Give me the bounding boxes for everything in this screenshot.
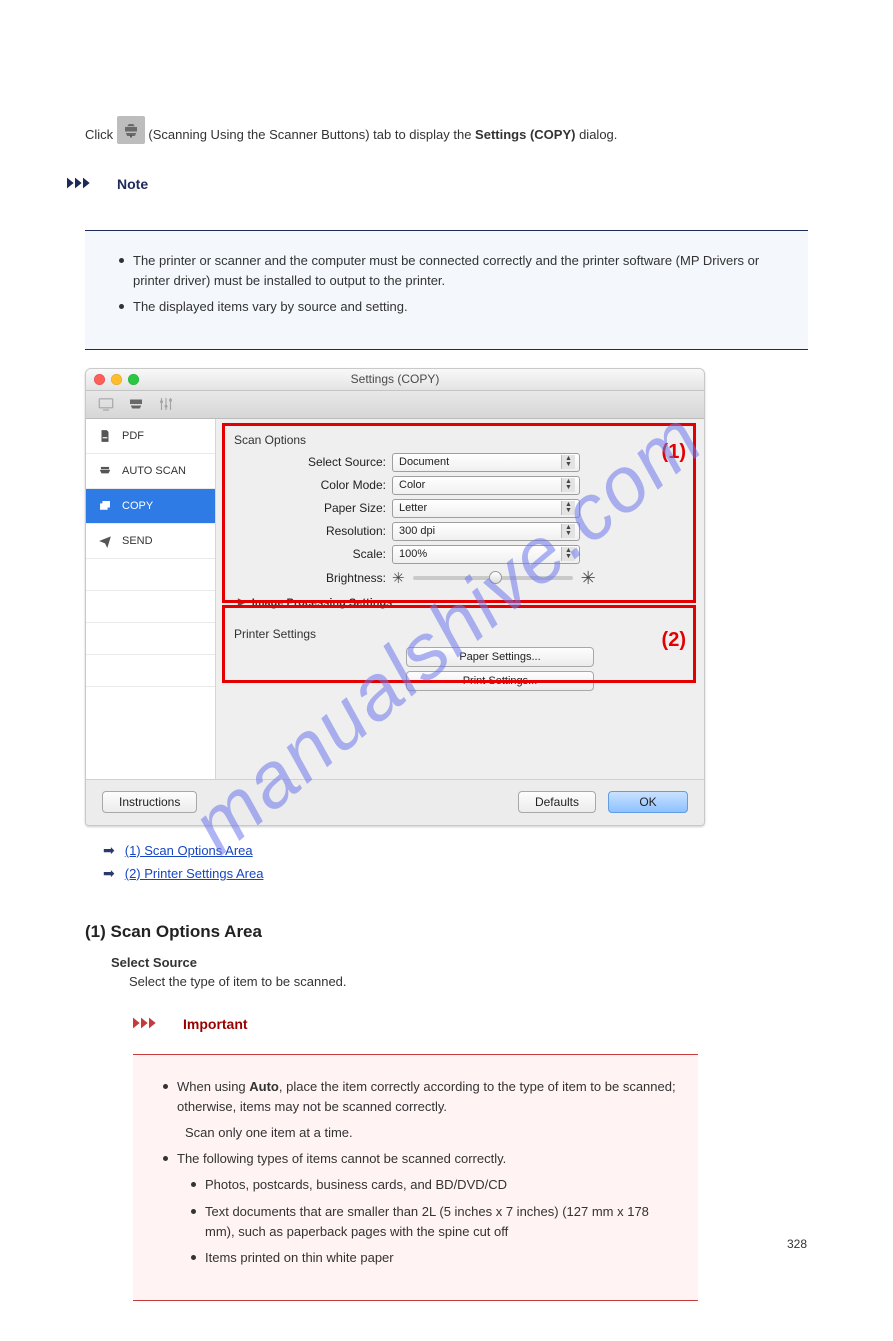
resolution-dropdown[interactable]: 300 dpi ▲▼	[392, 522, 580, 541]
select-source-value: Document	[399, 456, 449, 468]
link-scan-options-area[interactable]: (1) Scan Options Area	[125, 843, 253, 858]
dropdown-arrows-icon: ▲▼	[561, 524, 575, 538]
image-processing-label: Image Processing Settings	[252, 597, 393, 609]
dialog-titlebar: Settings (COPY)	[86, 369, 704, 391]
paper-size-value: Letter	[399, 502, 427, 514]
printer-settings-heading: Printer Settings	[234, 627, 690, 641]
dialog-sidebar: PDF AUTO SCAN COPY SEND	[86, 419, 216, 779]
sidebar-item-pdf[interactable]: PDF	[86, 419, 215, 454]
tab-scan-from-computer-icon[interactable]	[96, 394, 116, 414]
intro-suffix: dialog.	[579, 127, 617, 142]
ok-button[interactable]: OK	[608, 791, 688, 813]
instructions-button[interactable]: Instructions	[102, 791, 197, 813]
important-when: When using	[177, 1079, 249, 1094]
sidebar-label-autoscan: AUTO SCAN	[122, 465, 186, 477]
note-block: The printer or scanner and the computer …	[85, 230, 808, 350]
dropdown-arrows-icon: ▲▼	[561, 501, 575, 515]
important-cannot: The following types of items cannot be s…	[163, 1149, 680, 1169]
select-source-desc: Select the type of item to be scanned.	[129, 974, 808, 989]
important-sub-1: Photos, postcards, business cards, and B…	[191, 1175, 680, 1195]
sidebar-item-autoscan[interactable]: AUTO SCAN	[86, 454, 215, 489]
link-printer-settings-area[interactable]: (2) Printer Settings Area	[125, 866, 264, 881]
settings-copy-dialog: Settings (COPY) PDF AUTO SCAN COPY	[85, 368, 705, 826]
tab-scanner-buttons-icon[interactable]	[126, 394, 146, 414]
color-mode-dropdown[interactable]: Color ▲▼	[392, 476, 580, 495]
annotation-label-2: (2)	[662, 629, 686, 652]
color-mode-label: Color Mode:	[230, 478, 386, 492]
resolution-value: 300 dpi	[399, 525, 435, 537]
intro-mid: (Scanning Using the Scanner Buttons) tab…	[148, 127, 475, 142]
dropdown-arrows-icon: ▲▼	[561, 455, 575, 469]
image-processing-disclosure[interactable]: ▶ Image Processing Settings	[238, 597, 690, 609]
note-item-2: The displayed items vary by source and s…	[119, 297, 790, 317]
note-chevron-icon	[67, 175, 107, 194]
paper-size-label: Paper Size:	[230, 501, 386, 515]
scan-options-area-heading: (1) Scan Options Area	[85, 922, 808, 942]
sidebar-item-copy[interactable]: COPY	[86, 489, 215, 524]
important-chevron-icon	[133, 1015, 173, 1034]
paper-settings-label: Paper Settings...	[459, 651, 540, 663]
page-number: 328	[787, 1237, 807, 1251]
note-label: Note	[117, 176, 148, 192]
important-label: Important	[183, 1016, 248, 1032]
tab-general-settings-icon[interactable]	[156, 394, 176, 414]
scanner-buttons-tab-icon	[117, 116, 145, 144]
scale-dropdown[interactable]: 100% ▲▼	[392, 545, 580, 564]
color-mode-value: Color	[399, 479, 425, 491]
disclosure-triangle-icon: ▶	[238, 597, 246, 608]
paper-size-dropdown[interactable]: Letter ▲▼	[392, 499, 580, 518]
dialog-footer: Instructions Defaults OK	[86, 779, 704, 825]
select-source-label: Select Source:	[230, 455, 386, 469]
print-settings-label: Print Settings...	[463, 675, 538, 687]
note-item-1: The printer or scanner and the computer …	[119, 251, 790, 291]
dropdown-arrows-icon: ▲▼	[561, 478, 575, 492]
defaults-button[interactable]: Defaults	[518, 791, 596, 813]
annotation-label-1: (1)	[662, 441, 686, 464]
paper-settings-button[interactable]: Paper Settings...	[406, 647, 594, 667]
select-source-term: Select Source	[111, 955, 808, 970]
important-lead: When using Auto, place the item correctl…	[163, 1077, 680, 1143]
intro-strong: Settings (COPY)	[475, 127, 575, 142]
sidebar-label-send: SEND	[122, 535, 153, 547]
dialog-main-pane: (1) (2) Scan Options Select Source: Docu…	[216, 419, 704, 779]
important-lead-bold: Auto	[249, 1079, 279, 1094]
scale-value: 100%	[399, 548, 427, 560]
important-sub-2: Text documents that are smaller than 2L …	[191, 1202, 680, 1242]
arrow-icon: ➡	[103, 842, 115, 859]
sidebar-label-pdf: PDF	[122, 430, 144, 442]
ok-label: OK	[639, 795, 656, 809]
scan-options-heading: Scan Options	[234, 433, 690, 447]
sidebar-item-send[interactable]: SEND	[86, 524, 215, 559]
important-sub-3: Items printed on thin white paper	[191, 1248, 680, 1268]
dialog-title: Settings (COPY)	[86, 372, 704, 386]
important-scan-one: Scan only one item at a time.	[185, 1123, 680, 1143]
sidebar-label-copy: COPY	[122, 500, 153, 512]
defaults-label: Defaults	[535, 795, 579, 809]
scale-label: Scale:	[230, 547, 386, 561]
intro-sentence: Click (Scanning Using the Scanner Button…	[85, 120, 808, 145]
print-settings-button[interactable]: Print Settings...	[406, 671, 594, 691]
select-source-dropdown[interactable]: Document ▲▼	[392, 453, 580, 472]
intro-prefix: Click	[85, 127, 117, 142]
brightness-label: Brightness:	[230, 571, 386, 585]
resolution-label: Resolution:	[230, 524, 386, 538]
brightness-low-icon: ✳	[392, 569, 405, 587]
arrow-icon: ➡	[103, 865, 115, 882]
section-links: ➡ (1) Scan Options Area ➡ (2) Printer Sett…	[103, 842, 808, 882]
instructions-label: Instructions	[119, 795, 180, 809]
brightness-high-icon: ✳	[581, 568, 596, 589]
brightness-slider[interactable]	[413, 576, 573, 580]
dropdown-arrows-icon: ▲▼	[561, 547, 575, 561]
dialog-tabbar	[86, 391, 704, 419]
important-block: When using Auto, place the item correctl…	[133, 1054, 698, 1301]
